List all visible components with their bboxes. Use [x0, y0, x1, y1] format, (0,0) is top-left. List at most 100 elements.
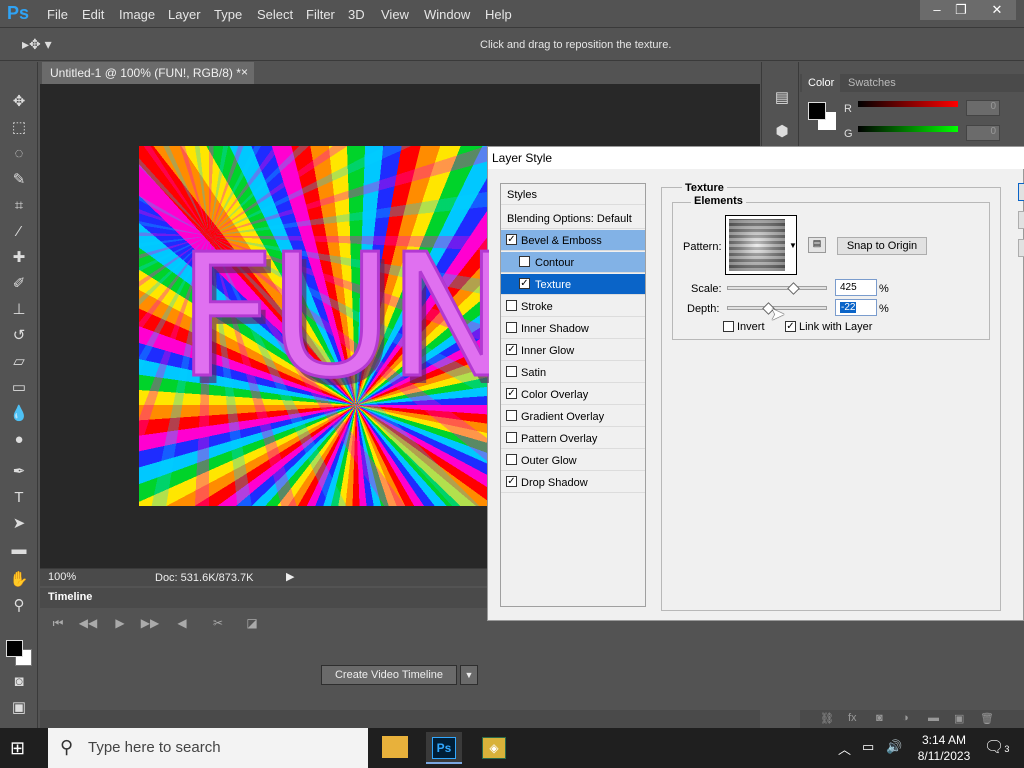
close-tab-icon[interactable]: ×: [241, 65, 248, 79]
app-taskbar-icon[interactable]: ◈: [476, 732, 512, 764]
style-checkbox[interactable]: [506, 322, 517, 333]
play-icon[interactable]: ▶: [110, 616, 130, 632]
document-tab[interactable]: Untitled-1 @ 100% (FUN!, RGB/8) * ×: [42, 62, 254, 84]
crop-tool-icon[interactable]: ⌗: [8, 196, 30, 216]
style-satin[interactable]: Satin: [501, 362, 645, 383]
pen-tool-icon[interactable]: ✒: [8, 462, 30, 482]
first-frame-icon[interactable]: ⏮: [48, 616, 68, 632]
menu-layer[interactable]: Layer: [168, 7, 201, 22]
style-texture[interactable]: ✓ Texture: [501, 274, 645, 295]
scale-input[interactable]: 425: [835, 279, 877, 296]
clone-stamp-tool-icon[interactable]: ⊥: [8, 300, 30, 320]
audio-icon[interactable]: ◀: [172, 616, 192, 632]
new-preset-icon[interactable]: ▤: [808, 237, 826, 253]
rectangle-tool-icon[interactable]: ▬: [8, 540, 30, 560]
menu-edit[interactable]: Edit: [82, 7, 104, 22]
panel-foreground-swatch[interactable]: [808, 102, 826, 120]
move-tool-preset-icon[interactable]: ▸✥ ▾: [22, 36, 52, 53]
new-style-button[interactable]: [1018, 239, 1024, 257]
eraser-tool-icon[interactable]: ▱: [8, 352, 30, 372]
brush-tool-icon[interactable]: ✐: [8, 274, 30, 294]
zoom-tool-icon[interactable]: ⚲: [8, 596, 30, 616]
style-pattern-overlay[interactable]: Pattern Overlay: [501, 428, 645, 449]
scale-slider[interactable]: [727, 286, 827, 290]
canvas-artwork[interactable]: FUN: [139, 146, 489, 506]
style-checkbox[interactable]: [506, 454, 517, 465]
depth-input[interactable]: -22: [835, 299, 877, 316]
blur-tool-icon[interactable]: 💧: [8, 404, 30, 424]
next-frame-icon[interactable]: ▶▶: [140, 616, 160, 632]
3d-panel-icon[interactable]: ⬢: [771, 122, 793, 142]
adjustment-icon[interactable]: ◑: [902, 712, 909, 724]
mask-icon[interactable]: ◙: [876, 712, 883, 724]
photoshop-taskbar-icon[interactable]: Ps: [426, 732, 462, 764]
history-brush-tool-icon[interactable]: ↺: [8, 326, 30, 346]
lasso-tool-icon[interactable]: ◌: [8, 144, 30, 164]
trash-icon[interactable]: 🗑: [980, 712, 994, 725]
zoom-level[interactable]: 100%: [48, 571, 76, 583]
red-slider[interactable]: [858, 101, 958, 107]
style-contour[interactable]: Contour: [501, 252, 645, 273]
style-checkbox[interactable]: ✓: [506, 344, 517, 355]
link-with-layer-checkbox[interactable]: ✓: [785, 321, 796, 332]
blending-options[interactable]: Blending Options: Default: [501, 208, 645, 229]
style-drop-shadow[interactable]: ✓ Drop Shadow: [501, 472, 645, 493]
style-checkbox[interactable]: [506, 432, 517, 443]
file-explorer-icon[interactable]: [382, 736, 408, 758]
link-layers-icon[interactable]: ⛓: [820, 712, 834, 725]
tab-swatches[interactable]: Swatches: [844, 74, 900, 92]
style-checkbox[interactable]: ✓: [506, 234, 517, 245]
eyedropper-tool-icon[interactable]: ⁄: [8, 222, 30, 242]
tab-color[interactable]: Color: [802, 74, 841, 92]
menu-3d[interactable]: 3D: [348, 7, 365, 22]
split-icon[interactable]: ✂: [208, 616, 228, 632]
dodge-tool-icon[interactable]: ●: [8, 430, 30, 450]
styles-header[interactable]: Styles: [501, 184, 645, 205]
red-value[interactable]: 0: [966, 100, 1000, 116]
menu-select[interactable]: Select: [257, 7, 293, 22]
menu-filter[interactable]: Filter: [306, 7, 335, 22]
type-tool-icon[interactable]: T: [8, 488, 30, 508]
style-checkbox[interactable]: ✓: [519, 278, 530, 289]
restore-button[interactable]: ❐: [944, 0, 978, 20]
hand-tool-icon[interactable]: ✋: [8, 570, 30, 590]
gradient-tool-icon[interactable]: ▭: [8, 378, 30, 398]
notification-center-icon[interactable]: 🗨3: [984, 737, 1009, 757]
style-checkbox[interactable]: [506, 410, 517, 421]
timeline-type-dropdown[interactable]: ▼: [460, 665, 478, 685]
invert-checkbox[interactable]: [723, 321, 734, 332]
style-checkbox[interactable]: ✓: [506, 476, 517, 487]
create-video-timeline-button[interactable]: Create Video Timeline: [321, 665, 457, 685]
close-button[interactable]: ✕: [978, 0, 1016, 20]
status-menu-arrow-icon[interactable]: ▶: [286, 570, 294, 583]
quick-mask-icon[interactable]: ◙: [8, 672, 30, 692]
marquee-tool-icon[interactable]: ⬚: [8, 118, 30, 138]
menu-view[interactable]: View: [381, 7, 409, 22]
style-stroke[interactable]: Stroke: [501, 296, 645, 317]
style-checkbox[interactable]: [506, 300, 517, 311]
style-checkbox[interactable]: [519, 256, 530, 267]
screen-mode-icon[interactable]: ▣: [8, 698, 30, 718]
menu-image[interactable]: Image: [119, 7, 155, 22]
volume-icon[interactable]: 🔊: [886, 739, 902, 755]
healing-brush-tool-icon[interactable]: ✚: [8, 248, 30, 268]
taskbar-search-box[interactable]: ⚲ Type here to search: [48, 728, 368, 768]
style-inner-glow[interactable]: ✓ Inner Glow: [501, 340, 645, 361]
green-value[interactable]: 0: [966, 125, 1000, 141]
show-hidden-icons-icon[interactable]: ︿: [838, 739, 851, 758]
menu-window[interactable]: Window: [424, 7, 470, 22]
fx-icon[interactable]: fx: [848, 712, 857, 724]
history-panel-icon[interactable]: ▤: [771, 88, 793, 108]
style-checkbox[interactable]: ✓: [506, 388, 517, 399]
ok-button[interactable]: [1018, 183, 1024, 201]
group-icon[interactable]: ▬: [928, 712, 939, 724]
taskbar-clock[interactable]: 3:14 AM 8/11/2023: [912, 732, 976, 764]
previous-frame-icon[interactable]: ◀◀: [78, 616, 98, 632]
windows-start-icon[interactable]: ⊞: [10, 738, 32, 758]
menu-file[interactable]: File: [47, 7, 68, 22]
style-color-overlay[interactable]: ✓ Color Overlay: [501, 384, 645, 405]
style-inner-shadow[interactable]: Inner Shadow: [501, 318, 645, 339]
pattern-dropdown-icon[interactable]: ▼: [789, 241, 797, 250]
network-icon[interactable]: ▭: [862, 739, 874, 755]
style-bevel-emboss[interactable]: ✓ Bevel & Emboss: [501, 230, 645, 251]
